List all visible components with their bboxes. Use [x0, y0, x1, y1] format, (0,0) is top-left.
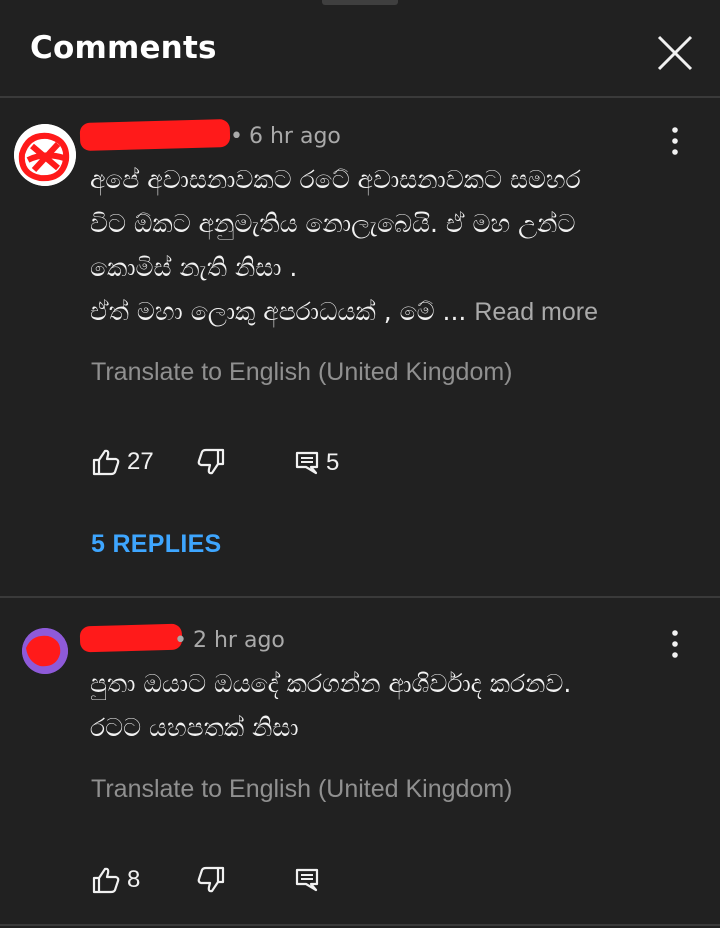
comment-time: 6 hr ago — [248, 124, 341, 149]
comment-divider — [0, 596, 720, 598]
read-more-link[interactable]: Read more — [474, 298, 598, 326]
comment-text: අපේ අවාසනාවකට රටේ අවාසනාවකට සමහර විට ඕකට… — [90, 158, 660, 334]
reply-button[interactable]: 5 — [294, 449, 339, 477]
translate-link[interactable]: Translate to English (United Kingdom) — [91, 775, 513, 804]
separator-dot: • — [230, 124, 243, 149]
dislike-button[interactable] — [196, 448, 226, 476]
avatar[interactable] — [22, 628, 68, 674]
comment-divider — [0, 924, 720, 926]
comment-menu-button[interactable] — [660, 124, 690, 158]
view-replies-link[interactable]: 5 REPLIES — [91, 530, 222, 559]
reply-icon — [295, 451, 319, 475]
close-icon — [657, 35, 693, 71]
avatar-image — [14, 124, 76, 186]
comment-menu-button[interactable] — [660, 627, 690, 661]
comment-text: පුතා ඔයාට ඔයදේ කරගන්න ආශිර්වාද කරනව. රටට… — [90, 662, 660, 750]
reply-count: 5 — [326, 449, 340, 476]
more-vert-icon — [672, 630, 678, 658]
thumbs-down-icon — [197, 448, 225, 475]
more-vert-icon — [672, 127, 678, 155]
separator-dot: • — [174, 628, 187, 653]
translate-link[interactable]: Translate to English (United Kingdom) — [91, 358, 513, 387]
comment-line: ඒත් මහා ලොකු අපරාධයක් , මේ ... — [90, 297, 467, 326]
comment-time: 2 hr ago — [192, 628, 285, 653]
comment-meta: • 2 hr ago — [174, 628, 285, 653]
like-button[interactable]: 8 — [91, 866, 140, 894]
comment-line-last: ඒත් මහා ලොකු අපරාධයක් , මේ ... Read more — [90, 290, 660, 334]
header-title: Comments — [30, 30, 217, 66]
comment-meta: • 6 hr ago — [230, 124, 341, 149]
thumbs-up-icon — [92, 449, 120, 476]
comment-line: අපේ අවාසනාවකට රටේ අවාසනාවකට සමහර — [90, 165, 581, 194]
avatar[interactable] — [14, 124, 76, 186]
comment-line: විට ඕකට අනුමැතිය නොලැබෙයි. ඒ මහ උන්ට — [90, 209, 576, 238]
reply-icon — [295, 868, 319, 892]
comment-line: පුතා ඔයාට ඔයදේ කරගන්න ආශිර්වාද කරනව. — [90, 669, 572, 698]
thumbs-up-icon — [92, 867, 120, 894]
redacted-username — [79, 623, 183, 653]
avatar-image — [22, 628, 68, 674]
redacted-username — [79, 119, 231, 151]
comment-line: රටට යහපතක් නිසා — [90, 713, 299, 742]
close-button[interactable] — [652, 30, 698, 76]
comments-header: Comments — [0, 0, 720, 98]
reply-button[interactable] — [294, 867, 320, 893]
like-count: 8 — [127, 866, 141, 893]
thumbs-down-icon — [197, 866, 225, 893]
like-count: 27 — [127, 448, 154, 475]
like-button[interactable]: 27 — [91, 448, 154, 476]
dislike-button[interactable] — [196, 866, 226, 894]
comment-line: කොමිස් නැති නිසා . — [90, 253, 298, 282]
